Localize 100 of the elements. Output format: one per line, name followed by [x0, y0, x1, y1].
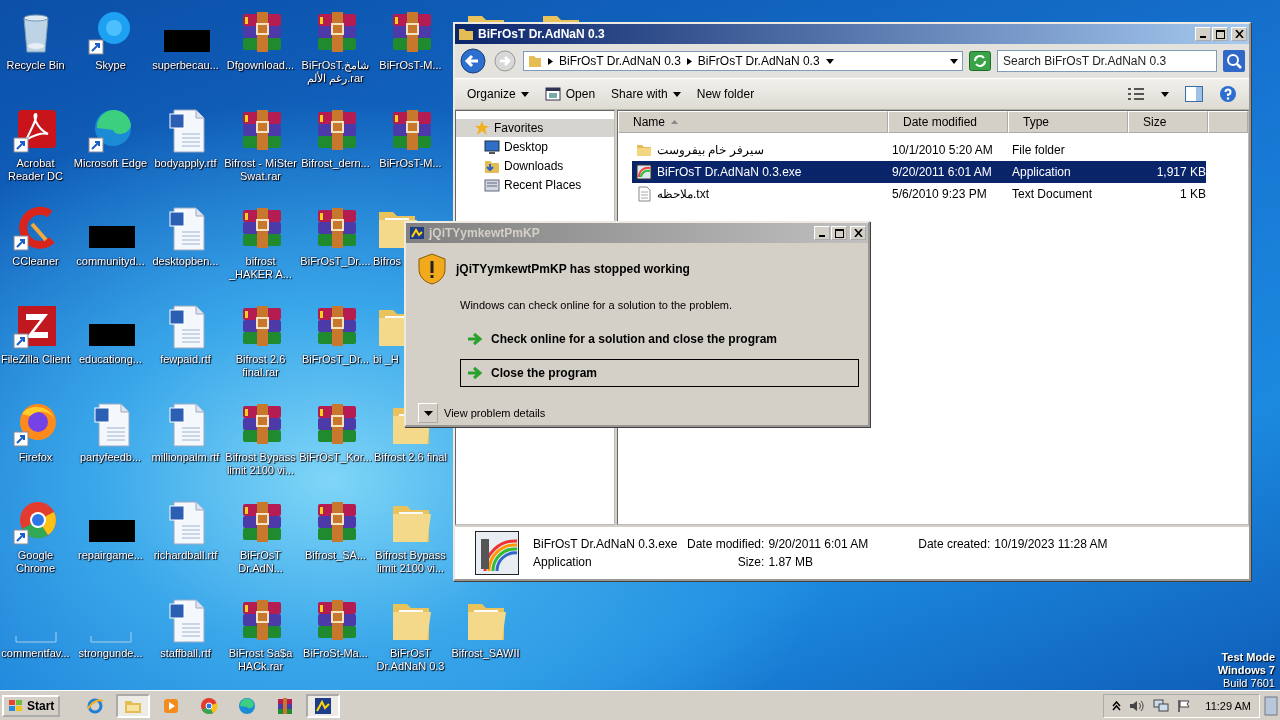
- icon-label: BiFrOsT Dr.AdN...: [237, 549, 284, 575]
- icon-label: Google Chrome: [14, 549, 57, 575]
- show-hidden-icons-button[interactable]: [1112, 700, 1122, 711]
- icon-label: communityd...: [76, 255, 145, 268]
- toolbar-button[interactable]: Share with: [611, 87, 681, 101]
- monitor-icon: [484, 139, 500, 155]
- icon-label: repairgame...: [78, 549, 143, 562]
- icon-label: Bifrost_SAWII: [451, 647, 520, 660]
- sort-arrow-icon: [671, 120, 678, 124]
- app-icon: [409, 226, 425, 240]
- column-header[interactable]: Type: [1008, 111, 1128, 133]
- icon-label: Bifrost Bypass limit 2100 vi...: [224, 451, 297, 477]
- icon-label: FileZilla Client: [0, 353, 71, 366]
- detail-value: 10/19/2023 11:28 AM: [994, 537, 1108, 551]
- icon-label: partyfeedb...: [79, 451, 142, 464]
- start-button[interactable]: Start: [2, 694, 61, 717]
- icon-label: CCleaner: [12, 255, 59, 268]
- star-icon: [474, 120, 490, 136]
- icon-label: Bifros: [373, 255, 402, 268]
- address-bar[interactable]: BiFrOsT Dr.AdNaN 0.3 BiFrOsT Dr.AdNaN 0.3: [523, 51, 963, 71]
- open-icon: [544, 86, 561, 102]
- icon-label: Recycle Bin: [6, 59, 65, 72]
- icon-label: bodyapply.rtf: [154, 157, 217, 170]
- breadcrumb[interactable]: BiFrOsT Dr.AdNaN 0.3: [559, 54, 681, 68]
- date-cell-text: 10/1/2010 5:20 AM: [892, 143, 994, 157]
- folder-icon: [484, 158, 500, 174]
- windows-logo-icon: [8, 698, 24, 713]
- dialog-message: Windows can check online for a solution to the problem.: [460, 299, 734, 311]
- column-header[interactable]: Size: [1128, 111, 1208, 133]
- column-header[interactable]: Name: [618, 111, 888, 133]
- search-field[interactable]: Search BiFrOsT Dr.AdNaN 0.3: [997, 50, 1217, 72]
- app-icon: [86, 696, 105, 715]
- toolbar-button[interactable]: New folder: [696, 87, 755, 101]
- breadcrumb[interactable]: BiFrOsT Dr.AdNaN 0.3: [697, 54, 820, 68]
- command-link[interactable]: Close the program: [460, 359, 859, 387]
- toolbar-button[interactable]: Organize: [467, 87, 529, 101]
- maximize-icon: [834, 228, 844, 238]
- warning-shield-icon: [418, 253, 446, 285]
- caret-icon: [520, 91, 529, 97]
- nav-item[interactable]: Favorites: [456, 119, 614, 137]
- system-notice: Build 7601: [1223, 677, 1275, 690]
- dropdown-caret-icon: [950, 58, 958, 64]
- file-name: ملاحظه.txt: [657, 187, 709, 201]
- details-link[interactable]: View problem details: [444, 407, 546, 419]
- app-icon: [238, 696, 257, 715]
- maximize-button[interactable]: [1212, 27, 1228, 41]
- folder-icon: [528, 54, 542, 68]
- close-button[interactable]: [850, 226, 866, 240]
- maximize-button[interactable]: [831, 226, 847, 240]
- search-icon[interactable]: [1223, 50, 1245, 72]
- icon-label: BiFrOsT Dr.AdNaN 0.3: [375, 647, 446, 673]
- preview-pane-icon[interactable]: [1185, 86, 1203, 102]
- nav-item[interactable]: Desktop: [456, 138, 614, 156]
- forward-button[interactable]: [493, 49, 517, 73]
- network-icon[interactable]: [1153, 698, 1170, 713]
- chevron-icon: [548, 57, 553, 65]
- icon-label: BiFrOsT_Dr....: [300, 255, 371, 268]
- minimize-button[interactable]: [814, 226, 830, 240]
- expand-button[interactable]: [418, 403, 438, 423]
- help-icon[interactable]: [1219, 85, 1237, 103]
- icon-label: bifrost _HAKER A...: [228, 255, 293, 281]
- back-button[interactable]: [459, 47, 487, 75]
- system-notice: Windows 7: [1217, 664, 1275, 677]
- column-header[interactable]: Date modified: [888, 111, 1008, 133]
- close-button[interactable]: [1231, 27, 1247, 41]
- detail-value: 1.87 MB: [768, 555, 815, 569]
- refresh-button[interactable]: [969, 51, 991, 71]
- icon-label: BiFrOsT_Kor...: [299, 451, 372, 464]
- view-options-icon[interactable]: [1127, 87, 1145, 101]
- app-icon: [200, 696, 219, 715]
- minimize-button[interactable]: [1195, 27, 1211, 41]
- folder-icon: [636, 142, 652, 158]
- chevron-icon: [686, 57, 692, 65]
- folder-icon: [458, 27, 474, 41]
- app-icon: [276, 696, 295, 715]
- speaker-icon[interactable]: [1129, 698, 1146, 713]
- file-row[interactable]: BiFrOsT Dr.AdNaN 0.3.exe 9/20/2011 6:01 AM Application 1,917 KB: [632, 161, 1206, 183]
- icon-label: Bifrost 2.6 final: [374, 451, 447, 464]
- clock[interactable]: 11:29 AM: [1205, 699, 1251, 712]
- icon-label: BiFrost Sa$a HACk.rar: [227, 647, 294, 673]
- icon-label: Bifrost_dern...: [301, 157, 370, 170]
- icon-label: staffball.rtf: [160, 647, 211, 660]
- icon-label: BiFrOsT-M...: [379, 157, 442, 170]
- arrow-icon: [467, 366, 483, 380]
- flag-icon[interactable]: [1177, 698, 1192, 713]
- caret-icon: [672, 91, 681, 97]
- type-cell-text: Application: [1012, 165, 1072, 179]
- program-thumbnail-icon: [475, 531, 519, 575]
- date-cell-text: 9/20/2011 6:01 AM: [892, 165, 993, 179]
- nav-item[interactable]: Recent Places: [456, 176, 614, 194]
- size-cell-text: 1,917 KB: [1155, 165, 1206, 179]
- command-link[interactable]: Check online for a solution and close the program: [460, 325, 859, 353]
- close-icon: [853, 229, 863, 237]
- icon-label: Microsoft Edge: [73, 157, 148, 170]
- toolbar-button[interactable]: Open: [544, 86, 596, 102]
- taskbar-app-button[interactable]: [306, 693, 341, 718]
- icon-label: BiFrOsT-M...: [379, 59, 442, 72]
- program-icon: [636, 164, 652, 180]
- nav-item[interactable]: Downloads: [456, 157, 614, 175]
- icon-label: BiFrOsT.شامخ رغم الألم.rar: [300, 59, 371, 85]
